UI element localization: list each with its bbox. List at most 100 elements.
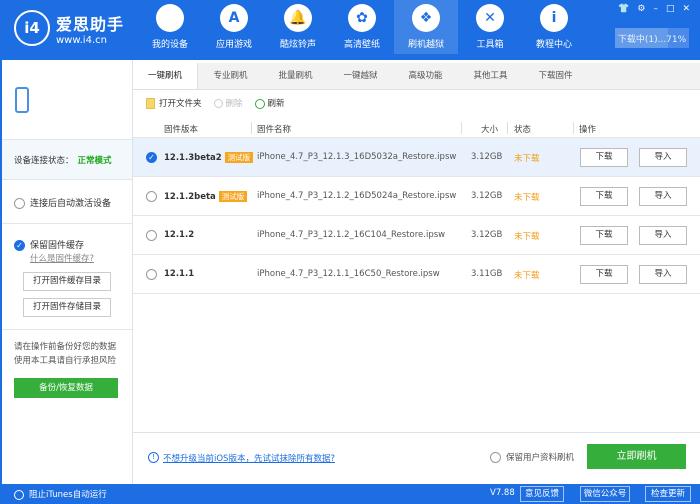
download-button[interactable]: 下载: [580, 265, 628, 284]
open-store-dir-button[interactable]: 打开固件存储目录: [23, 298, 111, 317]
download-button[interactable]: 下载: [580, 148, 628, 167]
logo[interactable]: i4 爱思助手 www.i4.cn: [14, 10, 124, 46]
feedback-button[interactable]: 意见反馈: [520, 486, 564, 502]
firmware-state: 未下载: [514, 193, 540, 203]
nav-item[interactable]: ✕ 工具箱: [458, 0, 522, 54]
radio-icon[interactable]: [146, 269, 157, 280]
firmware-version: 12.1.2: [164, 230, 195, 240]
phone-icon: [15, 86, 29, 113]
keep-data-option[interactable]: 保留用户资料刷机: [490, 451, 574, 463]
status-value: 正常模式: [77, 156, 112, 166]
table-row[interactable]: 12.1.1 iPhone_4.7_P3_12.1.1_16C50_Restor…: [133, 255, 700, 294]
sidebar: 设备连接状态： 正常模式 连接后自动激活设备 ✓ 保留固件缓存 什么是固件缓存? 打…: [0, 60, 133, 484]
firmware-name: iPhone_4.7_P3_12.1.3_16D5032a_Restore.ip…: [257, 152, 457, 162]
tab[interactable]: 下载固件: [523, 63, 588, 89]
nav-item[interactable]: ✿ 高清壁纸: [330, 0, 394, 54]
auto-activate-option[interactable]: 连接后自动激活设备: [2, 180, 132, 224]
bottom-bar: ! 不想升级当前iOS版本，先试试抹除所有数据? 保留用户资料刷机 立即刷机: [133, 432, 700, 484]
open-folder-label: 打开文件夹: [159, 99, 202, 109]
nav-item[interactable]: 我的设备: [138, 0, 202, 54]
settings-icon[interactable]: ⚙: [637, 4, 645, 14]
radio-icon[interactable]: [146, 191, 157, 202]
check-update-button[interactable]: 检查更新: [645, 486, 691, 502]
table-header: 固件版本 固件名称 大小 状态 操作: [133, 118, 700, 138]
import-button[interactable]: 导入: [639, 226, 687, 245]
flash-now-button[interactable]: 立即刷机: [587, 444, 686, 469]
firmware-size: 3.12GB: [471, 191, 503, 201]
logo-icon: i4: [14, 10, 50, 46]
refresh-button[interactable]: 刷新: [254, 97, 285, 109]
firmware-name: iPhone_4.7_P3_12.1.1_16C50_Restore.ipsw: [257, 269, 440, 279]
import-button[interactable]: 导入: [639, 265, 687, 284]
what-cache-link[interactable]: 什么是固件缓存?: [30, 254, 94, 264]
backup-restore-button[interactable]: 备份/恢复数据: [14, 378, 118, 398]
checkbox-checked-icon[interactable]: ✓: [14, 240, 25, 251]
wechat-button[interactable]: 微信公众号: [580, 486, 630, 502]
app-name: 爱思助手: [56, 14, 125, 34]
app-store-icon: A: [220, 4, 248, 32]
firmware-name: iPhone_4.7_P3_12.1.2_16C104_Restore.ipsw: [257, 230, 446, 240]
nav-label: 应用游戏: [215, 40, 252, 50]
tools-icon: ✕: [476, 4, 504, 32]
window-controls: 👕 ⚙ – □ ✕: [618, 4, 690, 14]
toolbar: 打开文件夹 删除 刷新: [146, 97, 285, 109]
main-panel: 一键刷机 专业刷机 批量刷机 一键越狱 高级功能 其他工具 下载固件 打开文件夹 删除 刷新…: [133, 60, 700, 484]
nav-item[interactable]: 🔔 酷炫铃声: [266, 0, 330, 54]
tab[interactable]: 专业刷机: [198, 63, 263, 89]
info-icon: i: [540, 4, 568, 32]
import-button[interactable]: 导入: [639, 148, 687, 167]
radio-icon[interactable]: [490, 452, 501, 463]
keep-cache-option[interactable]: ✓ 保留固件缓存: [14, 238, 120, 251]
download-button[interactable]: 下载: [580, 187, 628, 206]
tab[interactable]: 一键刷机: [133, 63, 198, 89]
import-button[interactable]: 导入: [639, 187, 687, 206]
firmware-version: 12.1.1: [164, 269, 195, 279]
tab[interactable]: 批量刷机: [263, 63, 328, 89]
nav-label: 刷机越狱: [407, 40, 444, 50]
col-size: 大小: [481, 125, 499, 135]
nav-item[interactable]: ❖ 刷机越狱: [394, 0, 458, 54]
nav-label: 酷炫铃声: [279, 40, 316, 50]
radio-icon[interactable]: [14, 198, 25, 209]
radio-selected-icon[interactable]: ✓: [146, 152, 157, 163]
firmware-version: 12.1.3beta2: [164, 153, 222, 163]
nav-item[interactable]: i 教程中心: [522, 0, 586, 54]
refresh-icon: [254, 98, 265, 109]
open-folder-button[interactable]: 打开文件夹: [146, 97, 202, 109]
warning-text-2: 使用本工具请自行承担风险: [14, 356, 117, 366]
open-cache-dir-button[interactable]: 打开固件缓存目录: [23, 272, 111, 291]
flower-icon: ✿: [348, 4, 376, 32]
erase-data-link[interactable]: 不想升级当前iOS版本，先试试抹除所有数据?: [163, 452, 335, 464]
firmware-size: 3.12GB: [471, 230, 503, 240]
minimize-icon[interactable]: –: [653, 4, 658, 14]
refresh-label: 刷新: [267, 99, 285, 109]
tab[interactable]: 其他工具: [458, 63, 523, 89]
block-itunes-option[interactable]: 阻止iTunes自动运行: [14, 488, 107, 500]
bell-icon: 🔔: [284, 4, 312, 32]
tab[interactable]: 一键越狱: [328, 63, 393, 89]
radio-icon[interactable]: [14, 489, 24, 500]
close-icon[interactable]: ✕: [682, 4, 690, 14]
delete-icon: [213, 99, 223, 108]
keep-data-label: 保留用户资料刷机: [506, 453, 575, 463]
delete-button[interactable]: 删除: [213, 97, 243, 109]
table-row[interactable]: 12.1.2 iPhone_4.7_P3_12.1.2_16C104_Resto…: [133, 216, 700, 255]
download-progress-button[interactable]: 下载中(1)...71%: [615, 28, 689, 48]
folder-icon: [146, 98, 155, 109]
table-row[interactable]: ✓ 12.1.3beta2 测试版 iPhone_4.7_P3_12.1.3_16D…: [133, 138, 700, 177]
block-itunes-label: 阻止iTunes自动运行: [29, 490, 107, 500]
firmware-state: 未下载: [514, 154, 540, 164]
beta-badge: 测试版: [224, 152, 254, 163]
maximize-icon[interactable]: □: [666, 4, 675, 14]
info-icon: !: [148, 452, 159, 463]
status-label: 设备连接状态：: [14, 156, 74, 166]
tab[interactable]: 高级功能: [393, 63, 458, 89]
download-button[interactable]: 下载: [580, 226, 628, 245]
radio-icon[interactable]: [146, 230, 157, 241]
firmware-state: 未下载: [514, 232, 540, 242]
firmware-version: 12.1.2beta: [164, 192, 216, 202]
table-row[interactable]: 12.1.2beta 测试版 iPhone_4.7_P3_12.1.2_16D50…: [133, 177, 700, 216]
nav-item[interactable]: A 应用游戏: [202, 0, 266, 54]
skin-icon[interactable]: 👕: [618, 4, 629, 14]
firmware-state: 未下载: [514, 271, 540, 281]
